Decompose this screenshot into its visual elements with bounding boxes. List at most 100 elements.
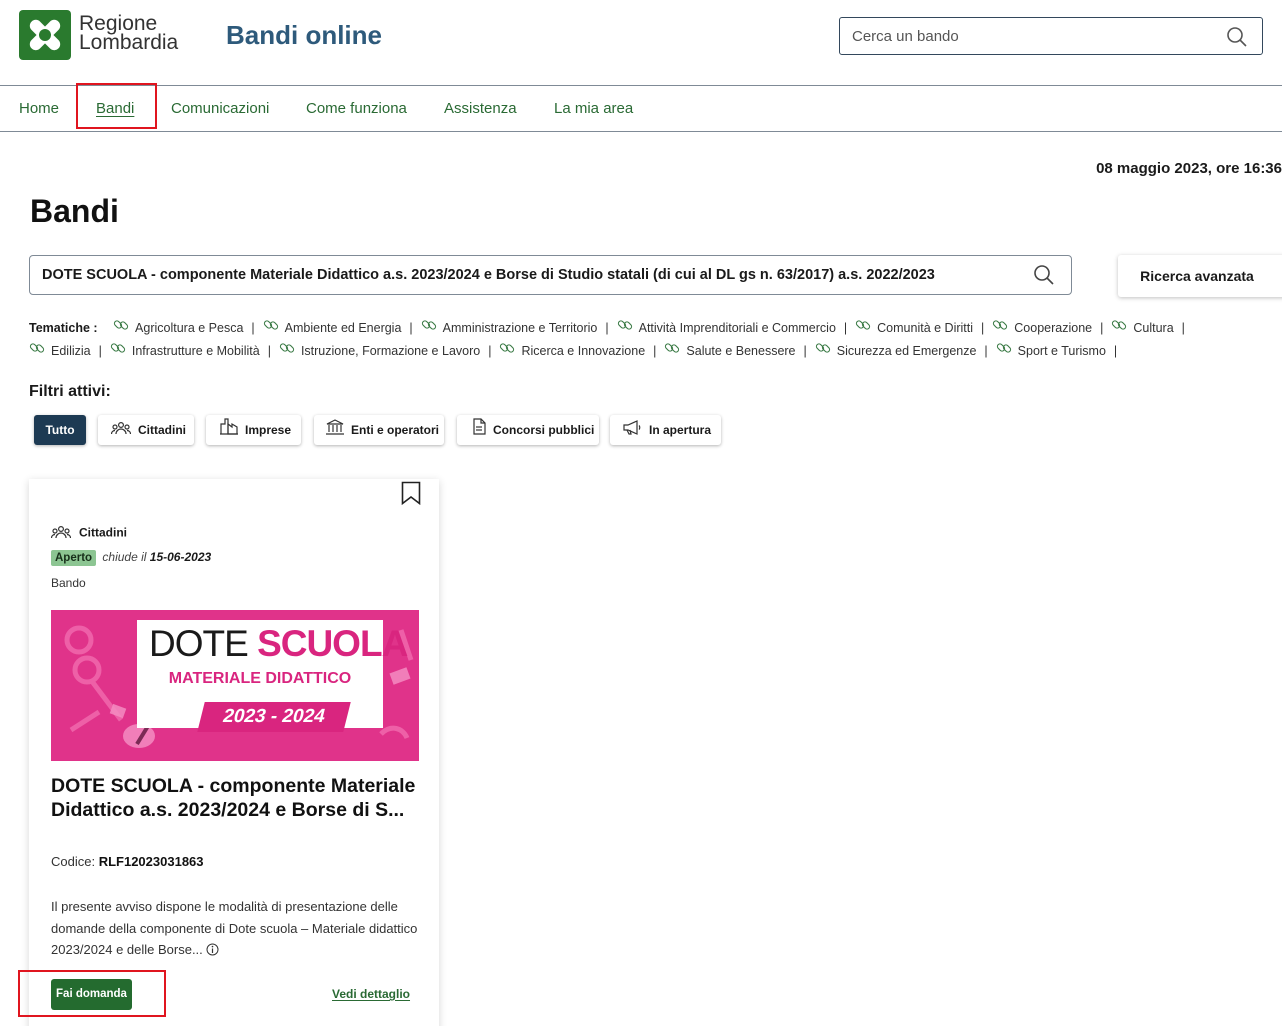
nav-item-comunicazioni[interactable]: Comunicazioni	[171, 100, 269, 117]
tematica-separator: |	[267, 344, 271, 359]
app-title[interactable]: Bandi online	[226, 20, 382, 51]
tematica-separator: |	[488, 344, 492, 359]
filter-chip-concorsi-pubblici[interactable]: Concorsi pubblici	[457, 415, 599, 445]
link-icon	[113, 317, 129, 340]
link-icon	[499, 340, 515, 363]
filter-chip-enti-e-operatori[interactable]: Enti e operatori	[314, 415, 444, 445]
factory-icon	[220, 416, 238, 446]
tematica-link[interactable]: Cooperazione	[992, 317, 1092, 340]
bandi-search-input[interactable]: DOTE SCUOLA - componente Materiale Didat…	[29, 255, 1072, 295]
link-icon	[855, 317, 871, 340]
tematica-separator: |	[1100, 321, 1104, 335]
view-detail-link[interactable]: Vedi dettaglio	[332, 987, 410, 1001]
filter-chip-imprese[interactable]: Imprese	[206, 415, 301, 445]
nav-item-come-funziona[interactable]: Come funziona	[306, 100, 407, 117]
tematica-link[interactable]: Salute e Benessere	[664, 340, 796, 363]
regione-lombardia-logo-icon[interactable]	[19, 10, 71, 60]
closing-prefix: chiude il	[102, 550, 147, 564]
tematica-label: Ricerca e Innovazione	[521, 344, 646, 359]
tematiche-label: Tematiche :	[29, 321, 98, 335]
tematica-link[interactable]: Ambiente ed Energia	[263, 317, 402, 340]
filter-chip-label: Concorsi pubblici	[493, 423, 595, 437]
tematica-link[interactable]: Amministrazione e Territorio	[421, 317, 597, 340]
filter-chip-label: Imprese	[245, 423, 292, 437]
tematica-label: Sicurezza ed Emergenze	[836, 344, 977, 359]
card-category-label: Cittadini	[79, 525, 127, 540]
people-icon	[110, 416, 132, 446]
banner-years: 2023 - 2024	[197, 702, 351, 732]
tematica-label: Attività Imprenditoriali e Commercio	[638, 321, 836, 335]
card-title[interactable]: DOTE SCUOLA - componente Materiale Didat…	[51, 774, 421, 822]
card-description: Il presente avviso dispone le modalità d…	[51, 896, 421, 961]
tematica-label: Agricoltura e Pesca	[135, 321, 244, 335]
tematica-separator: |	[1113, 344, 1118, 359]
filter-chip-label: Cittadini	[138, 423, 186, 437]
tematica-link[interactable]: Comunità e Diritti	[855, 317, 973, 340]
tematica-separator: |	[653, 344, 657, 359]
nav-item-home[interactable]: Home	[19, 100, 59, 117]
megaphone-icon	[623, 416, 642, 446]
card-kind: Bando	[51, 576, 86, 590]
filter-chip-label: Enti e operatori	[351, 423, 440, 437]
search-icon[interactable]	[1033, 264, 1055, 291]
tematica-separator: |	[803, 344, 807, 359]
header-search-input[interactable]: Cerca un bando	[839, 17, 1263, 55]
banner-subtitle: MATERIALE DIDATTICO	[168, 670, 352, 687]
nav-item-assistenza[interactable]: Assistenza	[444, 100, 517, 117]
filter-chip-label: In apertura	[649, 423, 712, 437]
tematica-link[interactable]: Attività Imprenditoriali e Commercio	[617, 317, 836, 340]
tematica-link[interactable]: Cultura	[1111, 317, 1174, 340]
link-icon	[992, 317, 1008, 340]
bando-banner-image[interactable]: DOTE SCUOLA MATERIALE DIDATTICO 2023 - 2…	[51, 610, 419, 761]
brand-name[interactable]: Regione Lombardia	[79, 13, 179, 54]
tematica-label: Ambiente ed Energia	[284, 321, 402, 335]
highlight-box-bandi	[76, 83, 157, 129]
tematica-link[interactable]: Infrastrutture e Mobilità	[110, 340, 260, 363]
tematica-label: Edilizia	[51, 344, 91, 359]
description-text: Il presente avviso dispone le modalità d…	[51, 899, 418, 957]
tematica-link[interactable]: Sport e Turismo	[996, 340, 1106, 363]
bookmark-icon[interactable]	[401, 481, 421, 510]
tematica-separator: |	[1181, 321, 1185, 335]
status-badge: Aperto	[51, 550, 97, 566]
card-code: Codice: RLF12023031863	[51, 854, 204, 869]
tematica-link[interactable]: Istruzione, Formazione e Lavoro	[279, 340, 480, 363]
bandi-search-value: DOTE SCUOLA - componente Materiale Didat…	[42, 267, 935, 283]
closing-date: chiude il 15-06-2023	[102, 550, 211, 564]
tematica-link[interactable]: Sicurezza ed Emergenze	[815, 340, 977, 363]
closing-date-value: 15-06-2023	[149, 550, 212, 564]
card-category: Cittadini	[50, 525, 127, 542]
highlight-box-apply	[18, 970, 166, 1017]
header-search-placeholder: Cerca un bando	[852, 28, 959, 45]
tematica-label: Comunità e Diritti	[877, 321, 974, 335]
institution-icon	[326, 416, 344, 446]
link-icon	[279, 340, 295, 363]
info-icon[interactable]	[206, 942, 219, 957]
tematica-separator: |	[981, 321, 985, 335]
tematica-separator: |	[984, 344, 988, 359]
site-header: Regione Lombardia Bandi online Cerca un …	[0, 0, 1282, 86]
tematica-label: Sport e Turismo	[1017, 344, 1106, 359]
tematica-separator: |	[251, 321, 255, 335]
link-icon	[996, 340, 1012, 363]
filter-chip-label: Tutto	[45, 423, 75, 437]
card-status-row: Aperto chiude il 15-06-2023	[51, 550, 211, 566]
brand-line-2: Lombardia	[79, 31, 179, 54]
tematica-label: Cultura	[1133, 321, 1174, 335]
tematica-link[interactable]: Edilizia	[29, 340, 91, 363]
tematica-link[interactable]: Agricoltura e Pesca	[113, 317, 243, 340]
people-icon	[50, 525, 72, 542]
tematica-link[interactable]: Ricerca e Innovazione	[499, 340, 645, 363]
filter-chip-tutto[interactable]: Tutto	[34, 415, 86, 445]
current-datetime: 08 maggio 2023, ore 16:36	[1096, 160, 1282, 177]
search-icon[interactable]	[1226, 26, 1248, 53]
link-icon	[29, 340, 45, 363]
filter-chip-in-apertura[interactable]: In apertura	[610, 415, 721, 445]
filter-chip-cittadini[interactable]: Cittadini	[98, 415, 194, 445]
banner-word-1: DOTE	[149, 623, 249, 664]
code-label: Codice:	[51, 854, 96, 869]
document-icon	[473, 416, 486, 446]
advanced-search-button[interactable]: Ricerca avanzata	[1118, 255, 1282, 297]
tematica-separator: |	[409, 321, 413, 335]
nav-item-la-mia-area[interactable]: La mia area	[554, 100, 633, 117]
